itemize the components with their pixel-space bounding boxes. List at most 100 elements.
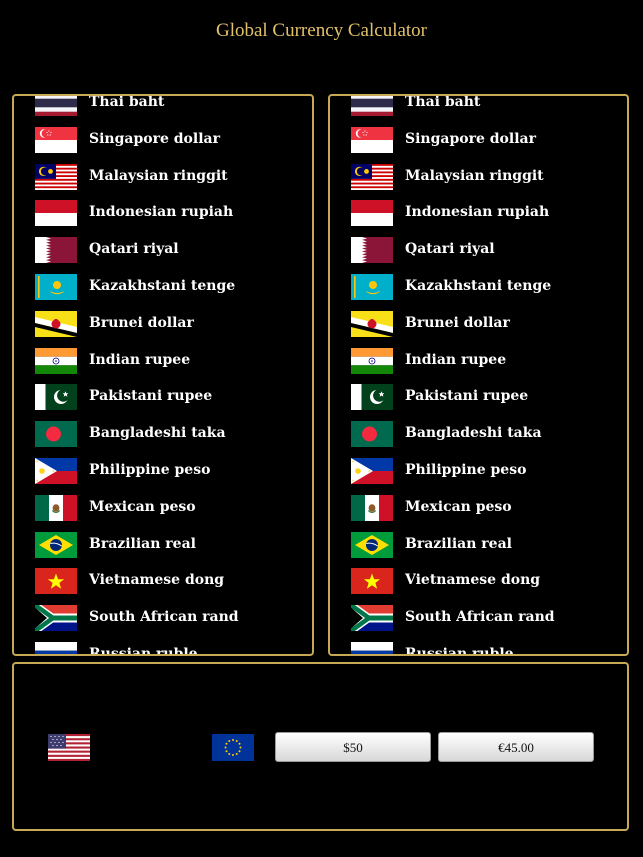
currency-name: Brunei dollar xyxy=(89,314,194,331)
to-currency-row[interactable]: Indian rupee xyxy=(330,347,627,386)
currency-name: Indian rupee xyxy=(89,351,191,368)
indonesia-flag-icon xyxy=(35,200,77,227)
brunei-flag-icon xyxy=(351,310,393,337)
kazakhstan-flag-icon xyxy=(351,274,393,300)
currency-name: Singapore dollar xyxy=(405,130,536,147)
from-currency-row[interactable]: Bangladeshi taka xyxy=(14,421,312,459)
currency-name: Vietnamese dong xyxy=(405,572,541,589)
currency-name: Kazakhstani tenge xyxy=(89,278,236,294)
currency-name: Indian rupee xyxy=(405,351,507,368)
from-currency-row[interactable]: Indonesian rupiah xyxy=(14,200,312,238)
brunei-flag-icon xyxy=(35,310,77,337)
from-currency-row[interactable]: Philippine peso xyxy=(14,458,312,496)
from-currency-row[interactable]: Vietnamese dong xyxy=(14,568,312,606)
to-currency-list[interactable]: Thai baht Singapore dollar Malaysian ringg… xyxy=(328,94,629,656)
india-flag-icon xyxy=(35,347,77,374)
to-currency-row[interactable]: Vietnamese dong xyxy=(330,568,627,606)
to-amount-button[interactable]: €45.00 xyxy=(438,732,594,762)
from-currency-scroll[interactable]: Thai baht Singapore dollar Malaysian ringg… xyxy=(14,96,312,654)
currency-name: Russian ruble xyxy=(405,646,514,656)
philippines-flag-icon xyxy=(35,458,77,484)
to-currency-row[interactable]: Brazilian real xyxy=(330,531,627,570)
from-currency-row[interactable]: Russian ruble xyxy=(14,642,312,656)
currency-name: Brunei dollar xyxy=(405,314,510,331)
currency-name: Thai baht xyxy=(89,94,165,110)
kazakhstan-flag-icon xyxy=(35,274,77,300)
to-currency-scroll[interactable]: Thai baht Singapore dollar Malaysian ringg… xyxy=(330,96,627,654)
currency-name: South African rand xyxy=(89,609,239,626)
currency-name: Pakistani rupee xyxy=(405,388,529,405)
pakistan-flag-icon xyxy=(35,384,77,411)
currency-name: Bangladeshi taka xyxy=(405,425,542,442)
south-africa-flag-icon xyxy=(35,605,77,632)
brazil-flag-icon xyxy=(35,531,77,558)
usa-flag-icon xyxy=(48,734,90,761)
currency-name: Mexican peso xyxy=(89,498,196,515)
currency-name: Bangladeshi taka xyxy=(89,425,226,442)
from-currency-list[interactable]: Thai baht Singapore dollar Malaysian ringg… xyxy=(12,94,314,656)
from-currency-row[interactable]: Pakistani rupee xyxy=(14,384,312,422)
indonesia-flag-icon xyxy=(351,200,393,227)
from-amount-button[interactable]: $50 xyxy=(275,732,431,762)
mexico-flag-icon xyxy=(351,494,393,521)
from-currency-row[interactable]: Singapore dollar xyxy=(14,126,312,165)
from-currency-row[interactable]: Brazilian real xyxy=(14,531,312,570)
currency-name: Philippine peso xyxy=(405,462,527,478)
to-currency-row[interactable]: Indonesian rupiah xyxy=(330,200,627,238)
from-currency-row[interactable]: Brunei dollar xyxy=(14,310,312,349)
pakistan-flag-icon xyxy=(351,384,393,411)
bangladesh-flag-icon xyxy=(351,421,393,448)
currency-name: Kazakhstani tenge xyxy=(405,278,552,294)
to-currency-row[interactable]: Mexican peso xyxy=(330,494,627,533)
russia-flag-icon xyxy=(351,642,393,654)
south-africa-flag-icon xyxy=(351,605,393,632)
currency-name: Malaysian ringgit xyxy=(405,167,544,184)
singapore-flag-icon xyxy=(35,126,77,153)
currency-name: Indonesian rupiah xyxy=(405,204,550,221)
from-currency-row[interactable]: Malaysian ringgit xyxy=(14,163,312,202)
thailand-flag-icon xyxy=(351,96,393,116)
to-currency-row[interactable]: Kazakhstani tenge xyxy=(330,274,627,312)
philippines-flag-icon xyxy=(351,458,393,484)
malaysia-flag-icon xyxy=(35,163,77,190)
to-currency-row[interactable]: Qatari riyal xyxy=(330,237,627,275)
from-currency-row[interactable]: Mexican peso xyxy=(14,494,312,533)
to-currency-row[interactable]: Pakistani rupee xyxy=(330,384,627,422)
from-currency-row[interactable]: Thai baht xyxy=(14,94,312,128)
eu-flag-icon xyxy=(212,734,254,761)
from-currency-row[interactable]: Indian rupee xyxy=(14,347,312,386)
russia-flag-icon xyxy=(35,642,77,654)
to-currency-row[interactable]: Thai baht xyxy=(330,94,627,128)
to-currency-row[interactable]: Malaysian ringgit xyxy=(330,163,627,202)
currency-name: Qatari riyal xyxy=(89,241,179,258)
to-currency-row[interactable]: Bangladeshi taka xyxy=(330,421,627,459)
to-currency-row[interactable]: South African rand xyxy=(330,605,627,643)
to-currency-row[interactable]: Singapore dollar xyxy=(330,126,627,165)
from-currency-row[interactable]: Qatari riyal xyxy=(14,237,312,275)
to-currency-row[interactable]: Brunei dollar xyxy=(330,310,627,349)
currency-name: Pakistani rupee xyxy=(89,388,213,405)
singapore-flag-icon xyxy=(351,126,393,153)
currency-name: Russian ruble xyxy=(89,646,198,656)
to-currency-row[interactable]: Russian ruble xyxy=(330,642,627,656)
thailand-flag-icon xyxy=(35,96,77,116)
app-title: Global Currency Calculator xyxy=(215,20,428,41)
bangladesh-flag-icon xyxy=(35,421,77,448)
to-currency-row[interactable]: Philippine peso xyxy=(330,458,627,496)
vietnam-flag-icon xyxy=(351,568,393,595)
malaysia-flag-icon xyxy=(351,163,393,190)
brazil-flag-icon xyxy=(351,531,393,558)
from-currency-row[interactable]: South African rand xyxy=(14,605,312,643)
currency-name: Singapore dollar xyxy=(89,130,220,147)
currency-name: South African rand xyxy=(405,609,555,626)
from-currency-row[interactable]: Kazakhstani tenge xyxy=(14,274,312,312)
qatar-flag-icon xyxy=(351,237,393,264)
currency-name: Vietnamese dong xyxy=(89,572,225,589)
currency-name: Mexican peso xyxy=(405,498,512,515)
converter-panel: $50 €45.00 xyxy=(12,662,629,831)
currency-name: Indonesian rupiah xyxy=(89,204,234,221)
currency-name: Thai baht xyxy=(405,94,481,110)
mexico-flag-icon xyxy=(35,494,77,521)
currency-name: Philippine peso xyxy=(89,462,211,478)
vietnam-flag-icon xyxy=(35,568,77,595)
